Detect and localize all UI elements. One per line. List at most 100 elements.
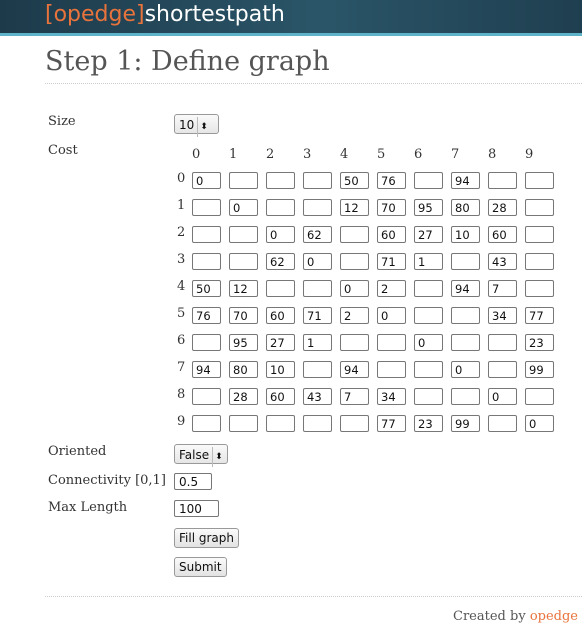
cost-cell[interactable] [192,172,221,189]
site-logo[interactable]: [opedge]shortestpath [45,2,285,28]
oriented-select[interactable]: False ⬍ [174,444,228,467]
cost-cell[interactable] [525,361,554,378]
cost-cell[interactable] [229,253,258,270]
cost-cell[interactable] [192,388,221,405]
cost-cell[interactable] [488,361,517,378]
cost-cell[interactable] [525,388,554,405]
cost-cell[interactable] [488,307,517,324]
cost-cell[interactable] [192,307,221,324]
cost-cell[interactable] [488,172,517,189]
cost-cell[interactable] [340,415,369,432]
cost-cell[interactable] [266,415,295,432]
cost-cell[interactable] [525,253,554,270]
cost-cell[interactable] [414,415,443,432]
cost-cell[interactable] [340,334,369,351]
cost-cell[interactable] [266,361,295,378]
cost-cell[interactable] [340,280,369,297]
cost-cell[interactable] [377,388,406,405]
cost-cell[interactable] [525,415,554,432]
cost-cell[interactable] [192,334,221,351]
cost-cell[interactable] [377,307,406,324]
cost-cell[interactable] [229,172,258,189]
cost-cell[interactable] [340,388,369,405]
cost-cell[interactable] [266,172,295,189]
cost-cell[interactable] [303,307,332,324]
cost-cell[interactable] [488,280,517,297]
cost-cell[interactable] [192,199,221,216]
cost-cell[interactable] [229,199,258,216]
cost-cell[interactable] [377,172,406,189]
cost-cell[interactable] [525,307,554,324]
max-length-input[interactable] [174,500,219,517]
cost-cell[interactable] [414,280,443,297]
cost-cell[interactable] [340,172,369,189]
cost-cell[interactable] [340,307,369,324]
cost-cell[interactable] [266,307,295,324]
cost-cell[interactable] [451,253,480,270]
cost-cell[interactable] [303,253,332,270]
cost-cell[interactable] [229,226,258,243]
cost-cell[interactable] [525,226,554,243]
cost-cell[interactable] [414,253,443,270]
cost-cell[interactable] [414,334,443,351]
cost-cell[interactable] [266,388,295,405]
cost-cell[interactable] [377,226,406,243]
cost-cell[interactable] [488,334,517,351]
cost-cell[interactable] [340,226,369,243]
cost-cell[interactable] [192,361,221,378]
cost-cell[interactable] [303,388,332,405]
cost-cell[interactable] [451,415,480,432]
cost-cell[interactable] [451,280,480,297]
footer-author-link[interactable]: opedge [530,609,578,624]
cost-cell[interactable] [488,415,517,432]
cost-cell[interactable] [488,388,517,405]
cost-cell[interactable] [303,226,332,243]
cost-cell[interactable] [488,199,517,216]
cost-cell[interactable] [266,253,295,270]
cost-cell[interactable] [451,172,480,189]
cost-cell[interactable] [192,253,221,270]
cost-cell[interactable] [451,361,480,378]
cost-cell[interactable] [525,334,554,351]
cost-cell[interactable] [229,334,258,351]
cost-cell[interactable] [266,226,295,243]
cost-cell[interactable] [303,172,332,189]
cost-cell[interactable] [377,280,406,297]
cost-cell[interactable] [525,199,554,216]
cost-cell[interactable] [303,199,332,216]
fill-graph-button[interactable]: Fill graph [174,528,239,548]
cost-cell[interactable] [377,253,406,270]
cost-cell[interactable] [377,199,406,216]
cost-cell[interactable] [303,361,332,378]
cost-cell[interactable] [525,280,554,297]
cost-cell[interactable] [414,388,443,405]
cost-cell[interactable] [340,253,369,270]
cost-cell[interactable] [451,334,480,351]
cost-cell[interactable] [192,226,221,243]
cost-cell[interactable] [340,361,369,378]
cost-cell[interactable] [414,172,443,189]
cost-cell[interactable] [377,415,406,432]
cost-cell[interactable] [377,361,406,378]
cost-cell[interactable] [229,388,258,405]
cost-cell[interactable] [488,253,517,270]
cost-cell[interactable] [229,415,258,432]
cost-cell[interactable] [525,172,554,189]
size-select[interactable]: 10 ⬍ [174,114,219,137]
cost-cell[interactable] [303,280,332,297]
cost-cell[interactable] [451,226,480,243]
cost-cell[interactable] [303,415,332,432]
cost-cell[interactable] [340,199,369,216]
cost-cell[interactable] [266,334,295,351]
cost-cell[interactable] [229,361,258,378]
cost-cell[interactable] [192,415,221,432]
cost-cell[interactable] [377,334,406,351]
cost-cell[interactable] [414,199,443,216]
cost-cell[interactable] [414,361,443,378]
cost-cell[interactable] [303,334,332,351]
cost-cell[interactable] [414,226,443,243]
cost-cell[interactable] [192,280,221,297]
cost-cell[interactable] [451,199,480,216]
cost-cell[interactable] [229,280,258,297]
cost-cell[interactable] [266,280,295,297]
